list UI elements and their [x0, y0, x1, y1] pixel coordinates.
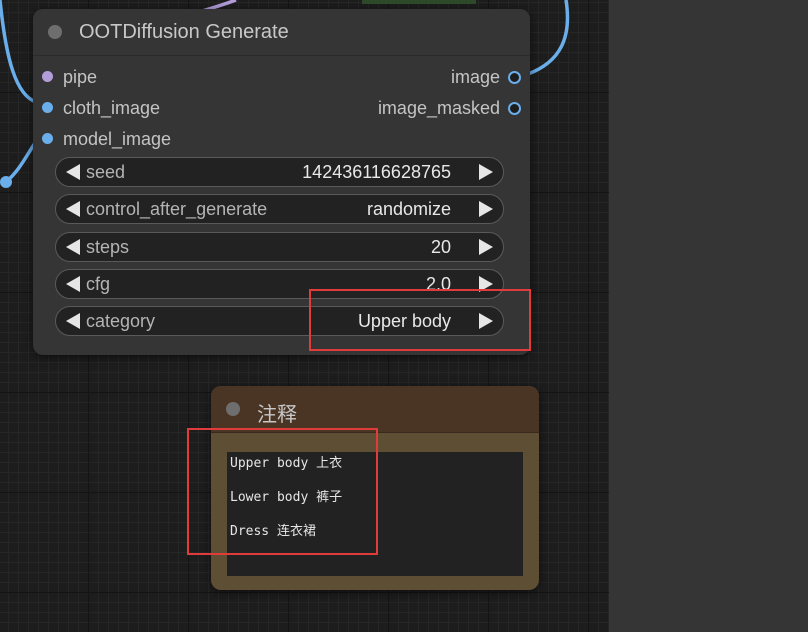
increment-arrow-icon[interactable]	[479, 201, 493, 217]
widget-value[interactable]: 20	[431, 237, 451, 258]
widget-label: control_after_generate	[86, 199, 268, 219]
node-title-bar[interactable]: 注释	[211, 386, 539, 433]
collapse-dot-icon[interactable]	[226, 402, 240, 416]
decrement-arrow-icon[interactable]	[66, 164, 80, 180]
node-title: OOTDiffusion Generate	[79, 21, 289, 43]
seed-widget[interactable]: seed 142436116628765	[55, 157, 504, 187]
collapse-dot-icon[interactable]	[48, 25, 62, 39]
widget-label: seed	[86, 162, 126, 182]
highlight-box-category	[309, 289, 531, 351]
wire-top-left	[0, 0, 37, 104]
widget-label: cfg	[86, 274, 111, 294]
decrement-arrow-icon[interactable]	[66, 276, 80, 292]
increment-arrow-icon[interactable]	[479, 164, 493, 180]
output-label-image: image	[450, 67, 500, 87]
input-slot-model-image[interactable]	[42, 133, 53, 144]
decrement-arrow-icon[interactable]	[66, 239, 80, 255]
node-title-bar[interactable]: OOTDiffusion Generate	[33, 9, 530, 56]
output-slot-image-masked[interactable]	[508, 102, 521, 115]
highlight-box-note	[187, 428, 378, 555]
decrement-arrow-icon[interactable]	[66, 313, 80, 329]
input-label-cloth-image: cloth_image	[63, 98, 161, 118]
input-slot-pipe[interactable]	[42, 71, 53, 82]
input-label-model-image: model_image	[63, 129, 172, 149]
input-slot-cloth-image[interactable]	[42, 102, 53, 113]
wire-reroute-dot	[0, 176, 12, 188]
widget-label: steps	[86, 237, 130, 257]
output-label-image-masked: image_masked	[377, 98, 500, 118]
steps-widget[interactable]: steps 20	[55, 232, 504, 262]
decrement-arrow-icon[interactable]	[66, 201, 80, 217]
node-title: 注释	[257, 404, 297, 426]
widget-value[interactable]: 142436116628765	[302, 162, 451, 183]
input-label-pipe: pipe	[63, 67, 98, 87]
increment-arrow-icon[interactable]	[479, 239, 493, 255]
control-after-generate-widget[interactable]: control_after_generate randomize	[55, 194, 504, 224]
widget-value[interactable]: randomize	[367, 199, 451, 220]
widget-label: category	[86, 311, 156, 331]
wire-output-image	[527, 0, 570, 76]
output-slot-image[interactable]	[508, 71, 521, 84]
